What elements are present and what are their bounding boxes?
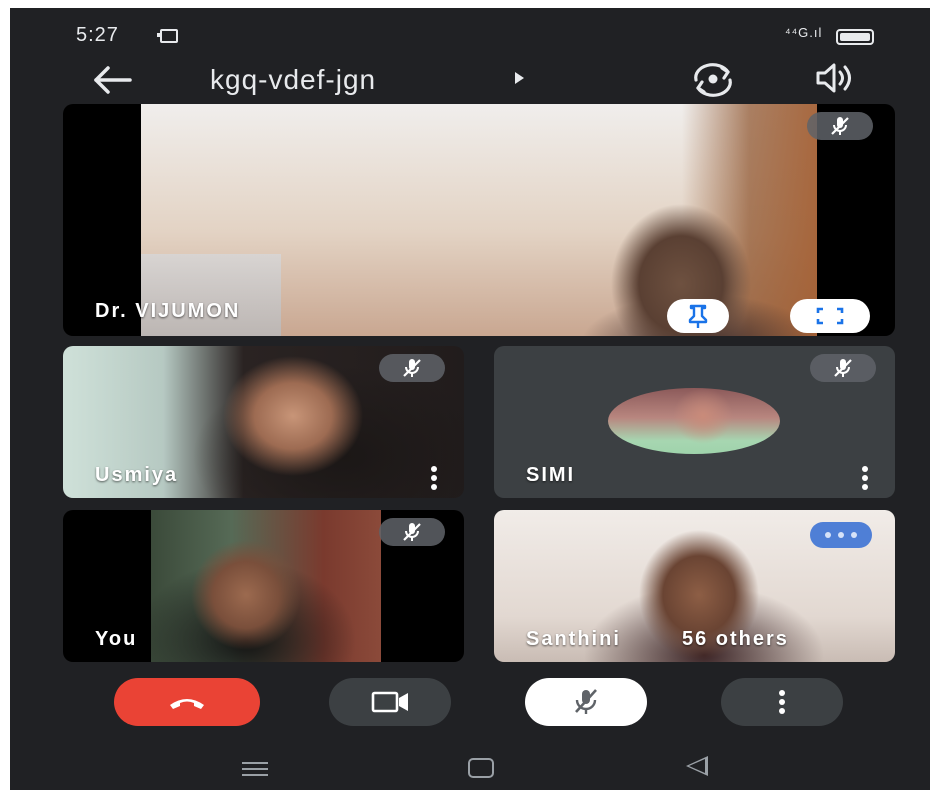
mic-off-icon	[575, 689, 597, 714]
participant-tile-simi[interactable]: SIMI	[494, 346, 895, 498]
mic-off-icon	[834, 359, 852, 377]
end-call-button[interactable]	[114, 678, 260, 726]
mic-off-badge	[807, 112, 873, 140]
mic-off-icon	[403, 359, 421, 377]
phone-screen: 5:27 ⁴⁴G.ıl kgq-vdef-jgn Dr. VIJUMON Usm…	[10, 8, 930, 790]
more-vert-icon[interactable]	[428, 466, 440, 492]
participant-name: Santhini	[526, 628, 621, 650]
mic-off-badge	[810, 354, 876, 382]
end-call-icon	[170, 699, 204, 709]
nav-back-icon[interactable]	[686, 756, 708, 776]
self-video	[151, 510, 381, 662]
more-vert-icon[interactable]	[859, 466, 871, 492]
signal-icon: ⁴⁴G.ıl	[785, 25, 823, 40]
participant-tile-you[interactable]: You	[63, 510, 464, 662]
participant-tile-usmiya[interactable]: Usmiya	[63, 346, 464, 498]
mic-toggle-button[interactable]	[525, 678, 647, 726]
participant-name: Usmiya	[95, 464, 179, 486]
fullscreen-button[interactable]	[790, 299, 870, 333]
mic-off-icon	[403, 523, 421, 541]
status-time: 5:27	[76, 24, 119, 46]
speaking-indicator-icon	[810, 522, 872, 548]
speaker-icon[interactable]	[810, 60, 858, 96]
avatar	[608, 388, 780, 454]
mic-off-badge	[379, 518, 445, 546]
cast-icon	[157, 29, 178, 43]
recents-icon[interactable]	[242, 762, 268, 776]
camera-toggle-button[interactable]	[329, 678, 451, 726]
others-count-label[interactable]: 56 others	[682, 628, 789, 651]
mic-off-badge	[379, 354, 445, 382]
top-app-bar: kgq-vdef-jgn	[10, 58, 930, 106]
participant-name: SIMI	[526, 464, 576, 486]
more-vert-icon	[776, 690, 788, 716]
more-options-button[interactable]	[721, 678, 843, 726]
battery-icon	[836, 29, 874, 45]
participant-name: Dr. VIJUMON	[95, 300, 241, 322]
fullscreen-icon	[816, 307, 844, 325]
back-arrow-icon[interactable]	[88, 62, 136, 98]
play-arrow-icon[interactable]	[515, 72, 524, 84]
status-bar: 5:27 ⁴⁴G.ıl	[10, 8, 930, 58]
mic-off-icon	[831, 117, 849, 135]
participant-name: You	[95, 628, 138, 650]
main-speaker-tile[interactable]: Dr. VIJUMON	[63, 104, 895, 336]
participant-tile-others[interactable]: Santhini 56 others	[494, 510, 895, 662]
video-camera-icon	[371, 691, 408, 713]
switch-camera-icon[interactable]	[688, 58, 738, 98]
pin-icon	[688, 304, 708, 328]
home-icon[interactable]	[468, 758, 494, 778]
system-nav-bar	[10, 744, 930, 790]
pin-button[interactable]	[667, 299, 729, 333]
meeting-code-title[interactable]: kgq-vdef-jgn	[210, 64, 376, 96]
